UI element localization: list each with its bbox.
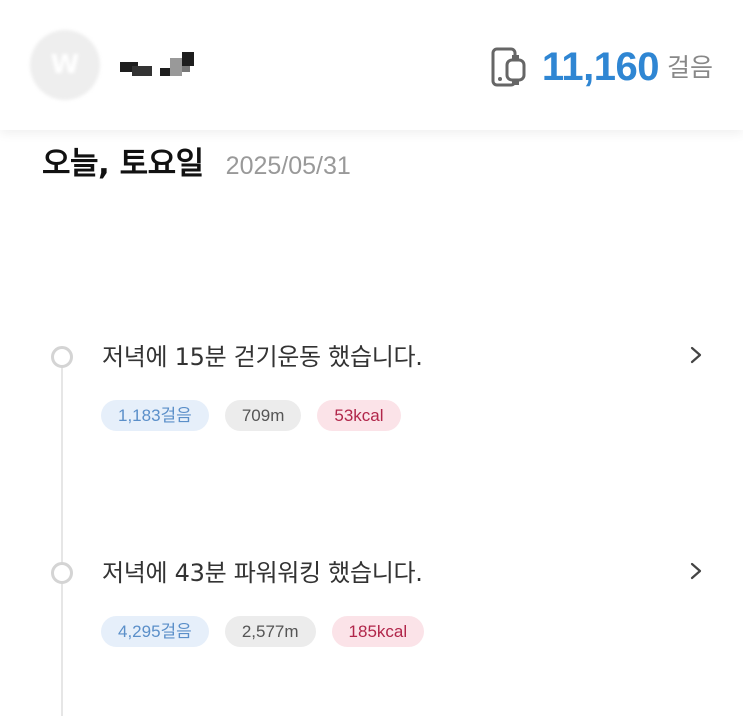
activity-title: 저녁에 43분 파워워킹 했습니다.: [102, 559, 423, 587]
steps-tag: 4,295걸음: [101, 616, 209, 647]
kcal-tag: 53kcal: [317, 400, 401, 431]
total-steps-value: 11,160: [541, 45, 660, 89]
username-redacted: [120, 50, 210, 82]
phone-watch-icon: [491, 47, 526, 87]
activity-item[interactable]: 저녁에 15분 걷기운동 했습니다. 1,183걸음 709m 53kcal: [0, 339, 743, 449]
timeline-dot-icon: [51, 346, 73, 368]
activity-title: 저녁에 15분 걷기운동 했습니다.: [102, 343, 423, 371]
steps-tag: 1,183걸음: [101, 400, 209, 431]
avatar-letter: W: [50, 50, 80, 80]
date-value: 2025/05/31: [225, 152, 351, 180]
activity-stats: 1,183걸음 709m 53kcal: [101, 400, 417, 431]
day-title: 오늘, 토요일: [42, 146, 204, 182]
kcal-tag: 185kcal: [331, 616, 425, 647]
date-row: 오늘, 토요일 2025/05/31: [42, 138, 351, 183]
chevron-right-icon[interactable]: [686, 559, 706, 583]
activity-stats: 4,295걸음 2,577m 185kcal: [101, 616, 440, 647]
distance-tag: 709m: [224, 400, 302, 431]
distance-tag: 2,577m: [224, 616, 316, 647]
activity-item[interactable]: 저녁에 43분 파워워킹 했습니다. 4,295걸음 2,577m 185kca…: [0, 555, 743, 665]
total-steps-summary[interactable]: 11,160 걸음: [490, 44, 713, 90]
app-header: W 11,160 걸음: [0, 0, 743, 130]
timeline-dot-icon: [51, 562, 73, 584]
avatar[interactable]: W: [30, 30, 100, 100]
steps-unit: 걸음: [666, 52, 713, 82]
chevron-right-icon[interactable]: [686, 343, 706, 367]
